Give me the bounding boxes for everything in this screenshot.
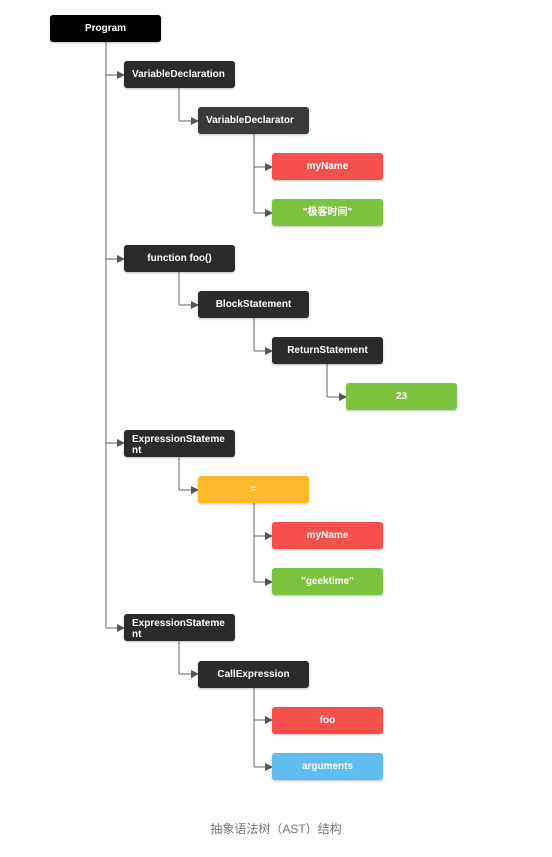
node-call-expression: CallExpression xyxy=(198,661,309,688)
node-identifier-myname: myName xyxy=(272,522,383,549)
node-expression-statement: ExpressionStatement xyxy=(124,430,235,457)
figure-caption: 抽象语法树（AST）结构 xyxy=(210,822,342,836)
node-return-statement: ReturnStatement xyxy=(272,337,383,364)
node-variable-declarator: VariableDeclarator xyxy=(198,107,309,134)
node-function-foo: function foo() xyxy=(124,245,235,272)
node-arguments: arguments xyxy=(272,753,383,780)
node-string-literal: "极客时间" xyxy=(272,199,383,226)
node-expression-statement: ExpressionStatement xyxy=(124,614,235,641)
node-numeric-literal: 23 xyxy=(346,383,457,410)
node-program: Program xyxy=(50,15,161,42)
node-block-statement: BlockStatement xyxy=(198,291,309,318)
node-callee-foo: foo xyxy=(272,707,383,734)
node-string-literal: "geektime" xyxy=(272,568,383,595)
node-identifier-myname: myName xyxy=(272,153,383,180)
node-assignment-expression: = xyxy=(198,476,309,503)
node-variable-declaration: VariableDeclaration xyxy=(124,61,235,88)
